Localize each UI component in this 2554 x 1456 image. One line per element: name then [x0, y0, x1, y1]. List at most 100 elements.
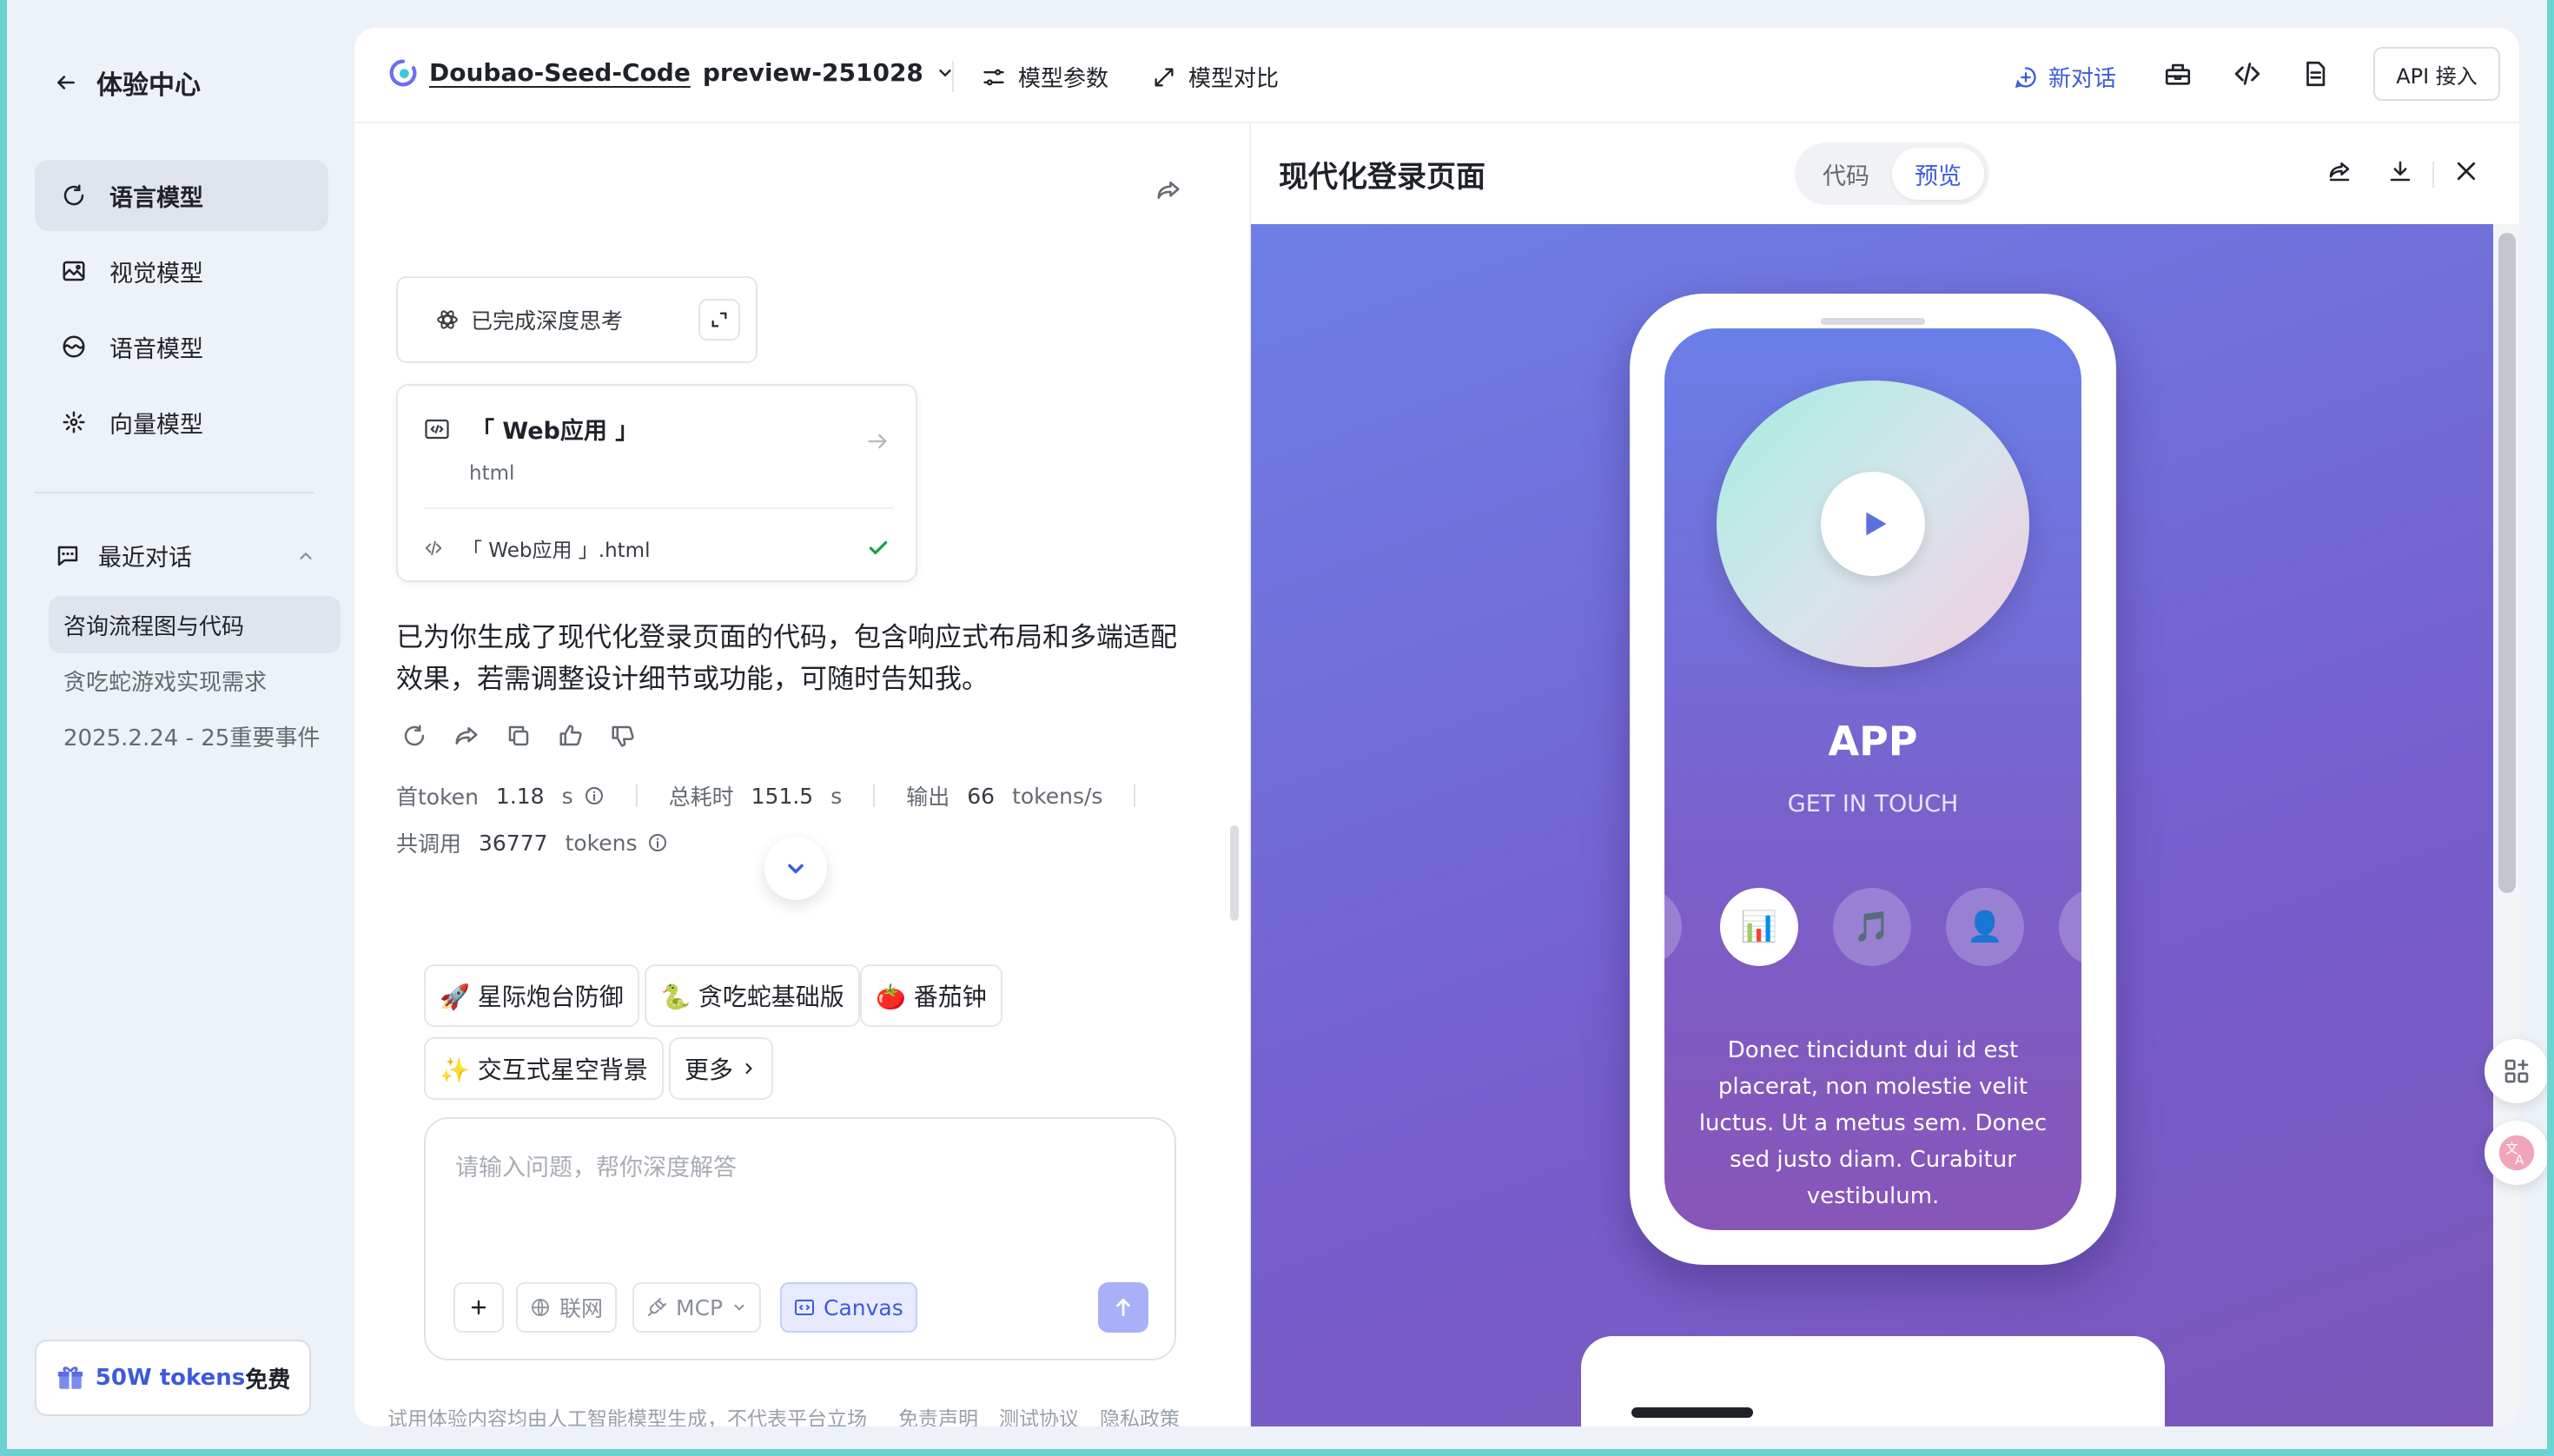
suggestion-chip[interactable]: ✨ 交互式星空背景: [424, 1037, 664, 1100]
download-icon[interactable]: [2387, 158, 2413, 184]
footer-test-agreement-link[interactable]: 测试协议: [999, 1402, 1079, 1426]
translate-button[interactable]: 文A: [2485, 1121, 2547, 1185]
add-widget-button[interactable]: [2485, 1039, 2547, 1103]
assistant-answer: 已为你生成了现代化登录页面的代码，包含响应式布局和多端适配效果，若需调整设计细节…: [396, 622, 1177, 695]
chat-column: 已完成深度思考 「 Web应用 」 html 「 Web应用 」.html 已为…: [354, 123, 1249, 1426]
expand-icon[interactable]: [698, 299, 740, 341]
recent-chat-item[interactable]: 咨询流程图与代码: [49, 596, 341, 653]
canvas-toggle[interactable]: Canvas: [780, 1282, 917, 1333]
app-subtitle: GET IN TOUCH: [1787, 791, 1959, 817]
artifact-title: 「 Web应用 」: [471, 418, 639, 445]
model-selector[interactable]: Doubao-Seed-Code preview-251028: [389, 58, 955, 87]
arrow-right-icon[interactable]: [865, 429, 890, 453]
copy-icon[interactable]: [506, 723, 532, 749]
message-input-box[interactable]: 请输入问题，帮你深度解答 联网 MCP Canvas: [424, 1117, 1176, 1360]
attach-button[interactable]: [453, 1282, 504, 1333]
share-icon[interactable]: [1155, 177, 1181, 203]
more-suggestions-button[interactable]: 更多: [669, 1037, 774, 1100]
mcp-dropdown[interactable]: MCP: [632, 1282, 762, 1333]
stats-divider: [873, 784, 876, 807]
recent-chat-item[interactable]: 贪吃蛇游戏实现需求: [49, 652, 341, 709]
compare-arrows-icon: [1152, 65, 1176, 89]
send-button[interactable]: [1098, 1282, 1148, 1333]
artifact-card[interactable]: 「 Web应用 」 html 「 Web应用 」.html: [396, 384, 917, 582]
sidebar-item-language-model[interactable]: 语言模型: [35, 160, 328, 231]
recent-chat-item[interactable]: 2025.2.24 - 25重要事件: [49, 707, 341, 764]
info-icon[interactable]: [584, 785, 605, 806]
info-icon[interactable]: [647, 832, 668, 853]
doubao-logo-icon: [389, 59, 417, 87]
back-to-center-button[interactable]: 体验中心: [55, 63, 201, 102]
generation-stats: 首token 1.18 s 总耗时 151.5 s 输出 66 tokens/s: [396, 780, 1156, 811]
sidebar-item-vector-model[interactable]: 向量模型: [35, 387, 328, 458]
total-time-unit: s: [830, 783, 843, 809]
preview-canvas[interactable]: APP GET IN TOUCH 🌍 📊 🎵 👤 📁 Donec tincidu…: [1251, 224, 2493, 1426]
app-window: 体验中心 语言模型 视觉模型 语音模型 向量模型 最近对话 咨询流程图与代码 贪…: [7, 0, 2547, 1449]
user-emoji-icon[interactable]: 👤: [1946, 888, 2024, 966]
deep-thinking-status[interactable]: 已完成深度思考: [396, 276, 758, 363]
footer-disclaimer-link[interactable]: 免责声明: [898, 1402, 978, 1426]
tab-code[interactable]: 代码: [1800, 148, 1892, 200]
regenerate-icon[interactable]: [401, 723, 427, 749]
play-button[interactable]: [1821, 472, 1925, 576]
preview-scroll-thumb[interactable]: [2498, 233, 2516, 893]
arrow-up-icon: [1112, 1296, 1135, 1319]
folder-emoji-icon[interactable]: 📁: [2059, 888, 2081, 966]
suggestion-chip[interactable]: 🍅 番茄钟: [860, 964, 1002, 1027]
login-card-partial: [1581, 1336, 2165, 1426]
first-token-value: 1.18: [495, 783, 545, 809]
music-emoji-icon[interactable]: 🎵: [1833, 888, 1911, 966]
sidebar-item-vision-model[interactable]: 视觉模型: [35, 235, 328, 307]
code-small-icon: [424, 539, 443, 558]
scroll-to-bottom-button[interactable]: [764, 837, 827, 900]
close-icon[interactable]: [2453, 158, 2479, 184]
translate-icon: 文A: [2498, 1134, 2536, 1172]
code-icon[interactable]: [2233, 59, 2262, 89]
first-token-label: 首token: [396, 784, 479, 810]
free-tokens-button[interactable]: 50W tokens 免费: [35, 1340, 311, 1416]
footer-privacy-link[interactable]: 隐私政策: [1100, 1402, 1180, 1426]
footer-links: 试用体验内容均由人工智能模型生成，不代表平台立场 免责声明 测试协议 隐私政策: [387, 1402, 1180, 1426]
web-search-toggle[interactable]: 联网: [516, 1282, 618, 1333]
recent-chats-title: 最近对话: [98, 545, 192, 572]
plus-icon: [468, 1297, 489, 1318]
globe-emoji-icon[interactable]: 🌍: [1664, 888, 1682, 966]
thumbs-down-icon[interactable]: [610, 723, 636, 749]
total-time-value: 151.5: [751, 783, 814, 809]
document-icon[interactable]: [2300, 59, 2330, 89]
suggestion-chip[interactable]: 🐍 贪吃蛇基础版: [645, 964, 860, 1027]
model-version: preview-251028: [702, 58, 923, 87]
open-external-icon[interactable]: [2326, 158, 2352, 184]
chart-emoji-icon[interactable]: 📊: [1720, 888, 1798, 966]
share-icon[interactable]: [453, 723, 480, 749]
api-access-button[interactable]: API 接入: [2373, 47, 2500, 101]
model-compare-button[interactable]: 模型对比: [1152, 61, 1279, 93]
message-actions: [401, 723, 636, 749]
suggestion-chip[interactable]: 🚀 星际炮台防御: [424, 964, 639, 1027]
message-input[interactable]: 请输入问题，帮你深度解答: [455, 1148, 737, 1182]
preview-scrollbar[interactable]: [2493, 224, 2519, 1426]
artifact-file[interactable]: 「 Web应用 」.html: [424, 533, 650, 563]
globe-icon: [530, 1297, 551, 1318]
recent-chats-header[interactable]: 最近对话: [55, 539, 315, 572]
promo-highlight: 50W tokens: [95, 1365, 246, 1391]
thumbs-up-icon[interactable]: [558, 723, 584, 749]
main-panel: Doubao-Seed-Code preview-251028 模型参数 模型对…: [354, 28, 2519, 1426]
chevron-right-icon: [740, 1060, 758, 1077]
back-label: 体验中心: [96, 70, 201, 101]
chevron-up-icon[interactable]: [296, 546, 315, 566]
artifact-divider: [424, 507, 893, 509]
toolbox-icon[interactable]: [2163, 59, 2193, 89]
footer-disclaimer-text: 试用体验内容均由人工智能模型生成，不代表平台立场: [387, 1408, 867, 1426]
model-params-button[interactable]: 模型参数: [982, 61, 1108, 93]
first-token-unit: s: [561, 783, 573, 809]
refresh-loop-icon: [61, 182, 87, 208]
output-label: 输出: [906, 784, 950, 810]
tab-preview[interactable]: 预览: [1892, 148, 1984, 200]
sidebar-divider: [35, 492, 314, 493]
artifact-file-name: 「 Web应用 」.html: [462, 539, 651, 562]
new-chat-button[interactable]: 新对话: [2014, 61, 2116, 93]
top-toolbar: Doubao-Seed-Code preview-251028 模型参数 模型对…: [354, 28, 2519, 123]
chat-scrollbar[interactable]: [1230, 825, 1239, 921]
sidebar-item-voice-model[interactable]: 语音模型: [35, 311, 328, 382]
